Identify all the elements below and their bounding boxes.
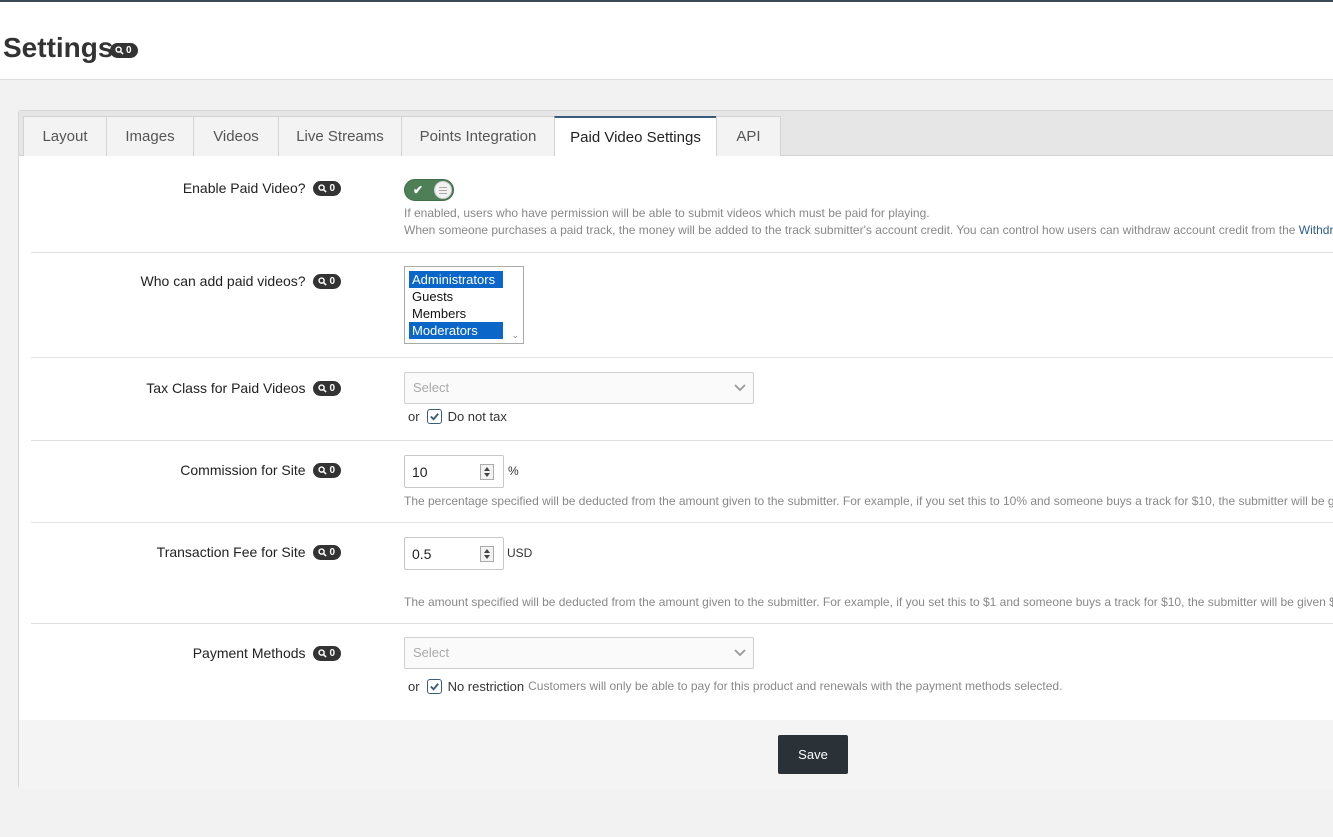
search-badge[interactable]: 0	[313, 544, 341, 560]
chevron-down-icon	[734, 384, 746, 392]
check-icon: ✔	[413, 183, 424, 197]
setting-row-tax-class: Tax Class for Paid Videos 0 Select or Do…	[31, 358, 1333, 441]
settings-panel: Layout Images Videos Live Streams Points…	[18, 110, 1333, 789]
badge-count: 0	[329, 647, 335, 659]
tab-bar: Layout Images Videos Live Streams Points…	[19, 111, 1333, 157]
setting-row-enable-paid-video: Enable Paid Video? 0 ✔ If enabled, users…	[31, 156, 1333, 253]
search-icon	[318, 184, 328, 193]
payment-methods-label: Payment Methods 0	[193, 645, 341, 662]
no-restriction-checkbox[interactable]	[426, 679, 442, 694]
tax-class-label: Tax Class for Paid Videos 0	[146, 380, 341, 397]
user-groups-listbox[interactable]: Administrators Guests Members Moderators…	[404, 266, 524, 344]
transaction-fee-hint: The amount specified will be deducted fr…	[404, 595, 1333, 609]
search-badge[interactable]: 0	[313, 273, 341, 289]
search-icon	[318, 649, 328, 658]
enable-paid-video-toggle[interactable]: ✔	[404, 179, 454, 201]
tax-class-placeholder: Select	[413, 380, 450, 395]
search-badge[interactable]: 0	[313, 180, 341, 196]
do-not-tax-label[interactable]: Do not tax	[448, 409, 507, 424]
transaction-fee-unit: USD	[507, 546, 533, 560]
setting-row-who-can-add: Who can add paid videos? 0 Administrator…	[31, 253, 1333, 358]
badge-count: 0	[126, 45, 132, 56]
search-icon	[318, 277, 328, 286]
transaction-fee-input[interactable]	[405, 538, 481, 569]
transaction-fee-label-text: Transaction Fee for Site	[156, 544, 306, 560]
form-footer: Save	[19, 720, 1333, 789]
badge-count: 0	[329, 275, 335, 287]
search-icon	[115, 46, 124, 55]
do-not-tax-option: or Do not tax	[408, 409, 507, 424]
enable-paid-video-label-text: Enable Paid Video?	[182, 180, 306, 196]
who-can-add-label-text: Who can add paid videos?	[140, 273, 306, 289]
search-badge[interactable]: 0	[313, 645, 341, 661]
tax-class-label-text: Tax Class for Paid Videos	[146, 380, 306, 396]
commission-input[interactable]	[405, 456, 481, 487]
option-moderators[interactable]: Moderators	[409, 322, 503, 339]
tab-live-streams[interactable]: Live Streams	[278, 116, 402, 156]
tax-class-select[interactable]: Select	[404, 372, 754, 404]
or-text: or	[408, 679, 420, 694]
option-administrators[interactable]: Administrators	[409, 271, 503, 288]
tab-videos[interactable]: Videos	[193, 116, 279, 156]
badge-count: 0	[329, 464, 335, 476]
enable-paid-video-hint-1: If enabled, users who have permission wi…	[404, 206, 930, 220]
search-badge[interactable]: 0	[313, 462, 341, 478]
save-button[interactable]: Save	[778, 735, 848, 774]
search-badge[interactable]: 0	[313, 380, 341, 396]
setting-row-commission: Commission for Site 0 % The percentage s…	[31, 441, 1333, 523]
who-can-add-label: Who can add paid videos? 0	[141, 273, 341, 290]
withdrawal-link[interactable]: Withdrawal	[1299, 223, 1333, 237]
chevron-down-icon[interactable]: ⌄	[511, 330, 519, 341]
search-icon	[318, 384, 328, 393]
tab-images[interactable]: Images	[106, 116, 194, 156]
payment-methods-placeholder: Select	[413, 645, 450, 660]
chevron-down-icon	[734, 649, 746, 657]
transaction-fee-stepper[interactable]	[480, 546, 494, 562]
commission-hint: The percentage specified will be deducte…	[404, 494, 1333, 508]
page-title: Settings	[3, 32, 114, 63]
setting-row-payment-methods: Payment Methods 0 Select or No restricti…	[31, 624, 1333, 720]
page-bottom-area	[0, 790, 1333, 837]
payment-methods-select[interactable]: Select	[404, 637, 754, 669]
commission-input-wrapper	[404, 455, 504, 488]
enable-paid-video-hint-2: When someone purchases a paid track, the…	[404, 222, 1333, 239]
hint-text: When someone purchases a paid track, the…	[404, 223, 1296, 237]
tab-api[interactable]: API	[716, 116, 781, 156]
settings-content: Enable Paid Video? 0 ✔ If enabled, users…	[19, 156, 1333, 720]
badge-count: 0	[329, 182, 335, 194]
transaction-fee-input-wrapper	[404, 537, 504, 570]
search-icon	[318, 548, 328, 557]
badge-count: 0	[329, 382, 335, 394]
transaction-fee-label: Transaction Fee for Site 0	[157, 544, 341, 561]
option-members[interactable]: Members	[409, 305, 503, 322]
commission-label-text: Commission for Site	[180, 462, 306, 478]
payment-methods-hint: Customers will only be able to pay for t…	[528, 679, 1063, 693]
option-guests[interactable]: Guests	[409, 288, 503, 305]
no-restriction-label[interactable]: No restriction	[448, 679, 525, 694]
commission-label: Commission for Site 0	[180, 462, 341, 479]
tab-layout[interactable]: Layout	[23, 116, 107, 156]
or-text: or	[408, 409, 420, 424]
search-badge[interactable]: 0	[110, 43, 138, 58]
payment-methods-label-text: Payment Methods	[192, 645, 306, 661]
page-header: Settings 0	[0, 2, 1333, 80]
search-icon	[318, 466, 328, 475]
do-not-tax-checkbox[interactable]	[426, 409, 442, 424]
commission-stepper[interactable]	[480, 464, 494, 480]
tab-points-integration[interactable]: Points Integration	[401, 116, 555, 156]
badge-count: 0	[329, 546, 335, 558]
no-restriction-option: or No restriction Customers will only be…	[408, 678, 1062, 695]
commission-unit: %	[508, 464, 519, 478]
setting-row-transaction-fee: Transaction Fee for Site 0 USD The amoun…	[31, 523, 1333, 624]
toggle-knob	[434, 181, 452, 199]
tab-paid-video-settings[interactable]: Paid Video Settings	[554, 116, 717, 157]
check-icon	[429, 413, 439, 421]
enable-paid-video-label: Enable Paid Video? 0	[183, 180, 341, 197]
check-icon	[429, 683, 439, 691]
